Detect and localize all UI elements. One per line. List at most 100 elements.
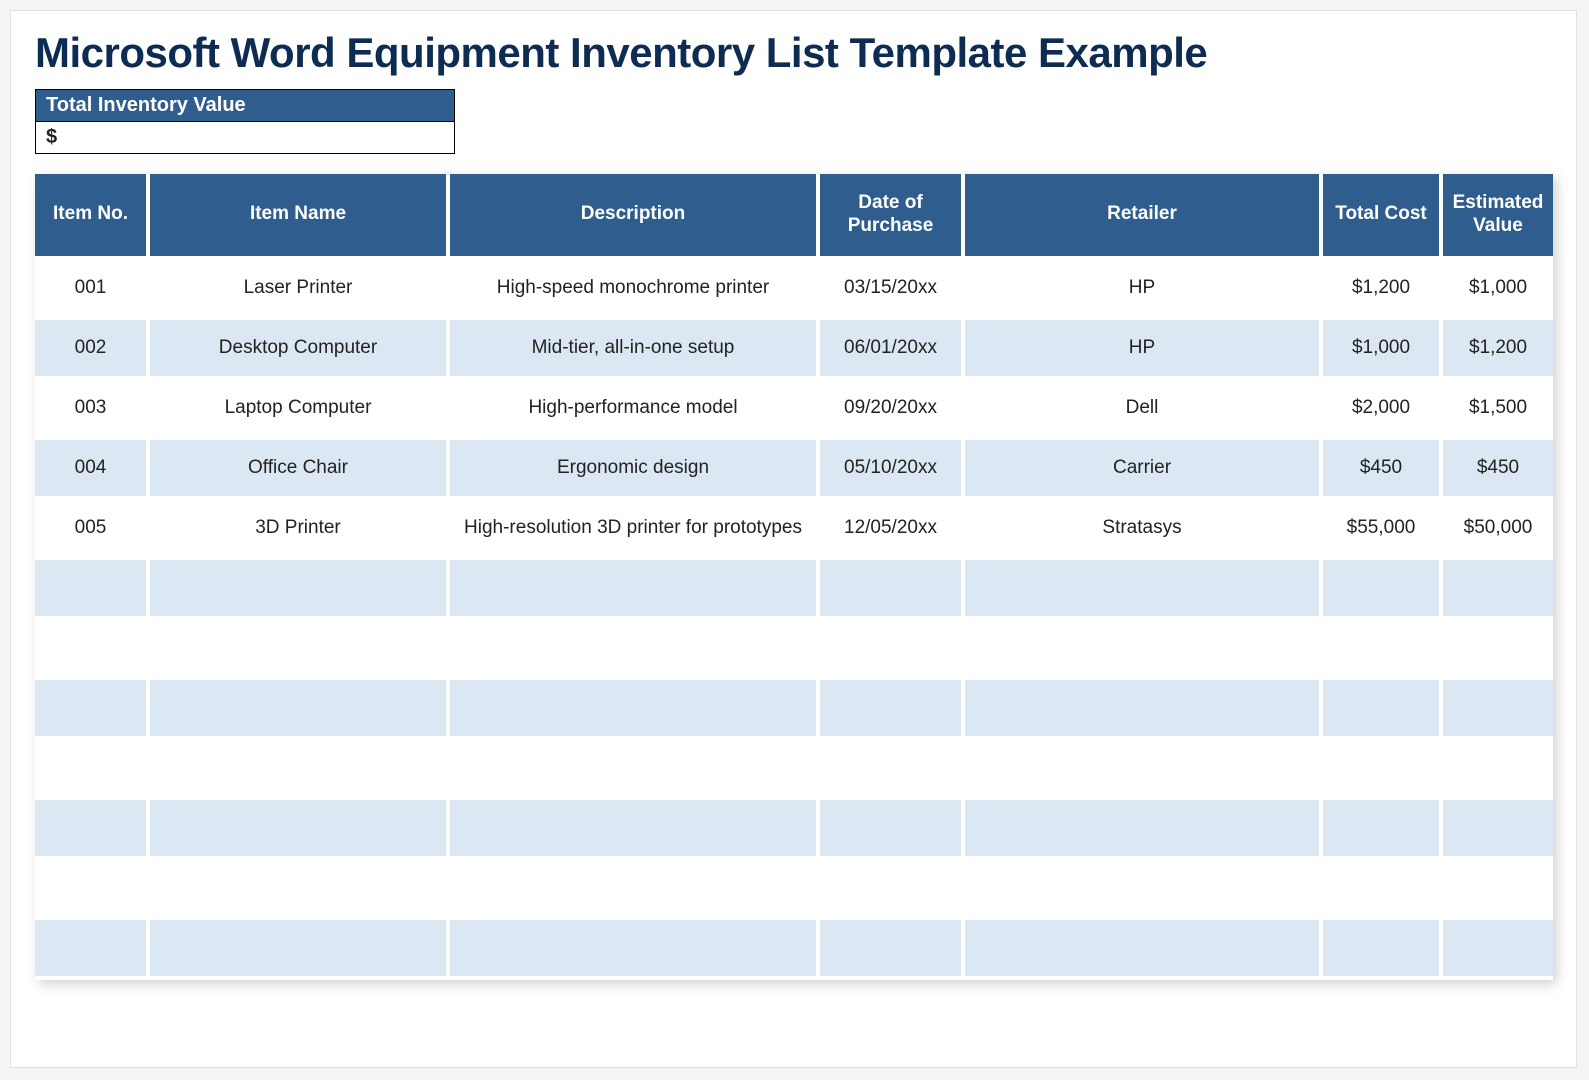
cell-total-cost[interactable] — [1323, 800, 1443, 860]
cell-date[interactable] — [820, 920, 965, 980]
cell-date[interactable] — [820, 800, 965, 860]
cell-item-no[interactable] — [35, 920, 150, 980]
cell-description[interactable] — [450, 860, 820, 920]
cell-description[interactable] — [450, 740, 820, 800]
col-header-est-value: Estimated Value — [1443, 174, 1553, 260]
cell-date[interactable]: 09/20/20xx — [820, 380, 965, 440]
cell-item-name[interactable] — [150, 860, 450, 920]
inventory-table: Item No. Item Name Description Date of P… — [35, 174, 1553, 980]
page-title: Microsoft Word Equipment Inventory List … — [35, 29, 1552, 77]
cell-item-name[interactable]: Office Chair — [150, 440, 450, 500]
cell-item-name[interactable] — [150, 800, 450, 860]
cell-item-no[interactable]: 004 — [35, 440, 150, 500]
cell-total-cost[interactable]: $55,000 — [1323, 500, 1443, 560]
cell-retailer[interactable] — [965, 860, 1323, 920]
cell-date[interactable] — [820, 860, 965, 920]
cell-total-cost[interactable]: $1,000 — [1323, 320, 1443, 380]
cell-est-value[interactable] — [1443, 800, 1553, 860]
cell-item-name[interactable]: Laser Printer — [150, 260, 450, 320]
cell-item-no[interactable] — [35, 740, 150, 800]
cell-item-no[interactable]: 002 — [35, 320, 150, 380]
cell-total-cost[interactable] — [1323, 740, 1443, 800]
cell-item-no[interactable]: 001 — [35, 260, 150, 320]
cell-retailer[interactable] — [965, 680, 1323, 740]
cell-est-value[interactable]: $1,500 — [1443, 380, 1553, 440]
cell-est-value[interactable] — [1443, 560, 1553, 620]
total-inventory-value[interactable]: $ — [35, 122, 455, 154]
cell-item-name[interactable] — [150, 680, 450, 740]
cell-retailer[interactable] — [965, 920, 1323, 980]
cell-description[interactable] — [450, 800, 820, 860]
cell-est-value[interactable] — [1443, 860, 1553, 920]
table-row — [35, 860, 1553, 920]
table-row: 003Laptop ComputerHigh-performance model… — [35, 380, 1553, 440]
table-row — [35, 620, 1553, 680]
cell-est-value[interactable]: $1,200 — [1443, 320, 1553, 380]
cell-date[interactable] — [820, 620, 965, 680]
cell-total-cost[interactable] — [1323, 920, 1443, 980]
cell-est-value[interactable] — [1443, 920, 1553, 980]
total-inventory-label: Total Inventory Value — [35, 89, 455, 122]
col-header-date: Date of Purchase — [820, 174, 965, 260]
cell-item-name[interactable] — [150, 740, 450, 800]
cell-item-name[interactable] — [150, 560, 450, 620]
cell-retailer[interactable] — [965, 560, 1323, 620]
col-header-item-name: Item Name — [150, 174, 450, 260]
cell-retailer[interactable] — [965, 740, 1323, 800]
cell-retailer[interactable] — [965, 800, 1323, 860]
cell-est-value[interactable] — [1443, 740, 1553, 800]
cell-item-no[interactable] — [35, 860, 150, 920]
cell-item-name[interactable] — [150, 620, 450, 680]
cell-description[interactable]: Mid-tier, all-in-one setup — [450, 320, 820, 380]
table-row — [35, 740, 1553, 800]
cell-description[interactable] — [450, 680, 820, 740]
cell-date[interactable] — [820, 560, 965, 620]
cell-date[interactable]: 03/15/20xx — [820, 260, 965, 320]
cell-description[interactable]: High-performance model — [450, 380, 820, 440]
cell-retailer[interactable]: Stratasys — [965, 500, 1323, 560]
cell-description[interactable]: High-resolution 3D printer for prototype… — [450, 500, 820, 560]
cell-description[interactable] — [450, 920, 820, 980]
col-header-item-no: Item No. — [35, 174, 150, 260]
cell-item-no[interactable] — [35, 620, 150, 680]
cell-description[interactable]: High-speed monochrome printer — [450, 260, 820, 320]
cell-retailer[interactable] — [965, 620, 1323, 680]
cell-item-no[interactable] — [35, 680, 150, 740]
cell-est-value[interactable]: $50,000 — [1443, 500, 1553, 560]
cell-retailer[interactable]: Dell — [965, 380, 1323, 440]
cell-item-name[interactable] — [150, 920, 450, 980]
cell-date[interactable] — [820, 740, 965, 800]
cell-description[interactable] — [450, 620, 820, 680]
cell-date[interactable]: 06/01/20xx — [820, 320, 965, 380]
cell-retailer[interactable]: HP — [965, 260, 1323, 320]
cell-total-cost[interactable]: $1,200 — [1323, 260, 1443, 320]
cell-total-cost[interactable] — [1323, 620, 1443, 680]
cell-description[interactable] — [450, 560, 820, 620]
cell-retailer[interactable]: Carrier — [965, 440, 1323, 500]
cell-est-value[interactable] — [1443, 680, 1553, 740]
total-inventory-block: Total Inventory Value $ — [35, 89, 455, 154]
cell-total-cost[interactable]: $450 — [1323, 440, 1443, 500]
table-row: 0053D PrinterHigh-resolution 3D printer … — [35, 500, 1553, 560]
cell-item-no[interactable] — [35, 800, 150, 860]
cell-est-value[interactable] — [1443, 620, 1553, 680]
cell-est-value[interactable]: $1,000 — [1443, 260, 1553, 320]
cell-item-no[interactable]: 003 — [35, 380, 150, 440]
cell-retailer[interactable]: HP — [965, 320, 1323, 380]
cell-description[interactable]: Ergonomic design — [450, 440, 820, 500]
cell-total-cost[interactable] — [1323, 560, 1443, 620]
cell-item-name[interactable]: 3D Printer — [150, 500, 450, 560]
cell-date[interactable]: 12/05/20xx — [820, 500, 965, 560]
cell-total-cost[interactable]: $2,000 — [1323, 380, 1443, 440]
table-row: 004Office ChairErgonomic design05/10/20x… — [35, 440, 1553, 500]
cell-item-name[interactable]: Laptop Computer — [150, 380, 450, 440]
cell-item-name[interactable]: Desktop Computer — [150, 320, 450, 380]
cell-total-cost[interactable] — [1323, 680, 1443, 740]
cell-date[interactable] — [820, 680, 965, 740]
cell-item-no[interactable] — [35, 560, 150, 620]
cell-est-value[interactable]: $450 — [1443, 440, 1553, 500]
cell-item-no[interactable]: 005 — [35, 500, 150, 560]
cell-total-cost[interactable] — [1323, 860, 1443, 920]
cell-date[interactable]: 05/10/20xx — [820, 440, 965, 500]
inventory-table-wrapper: Item No. Item Name Description Date of P… — [35, 174, 1552, 980]
